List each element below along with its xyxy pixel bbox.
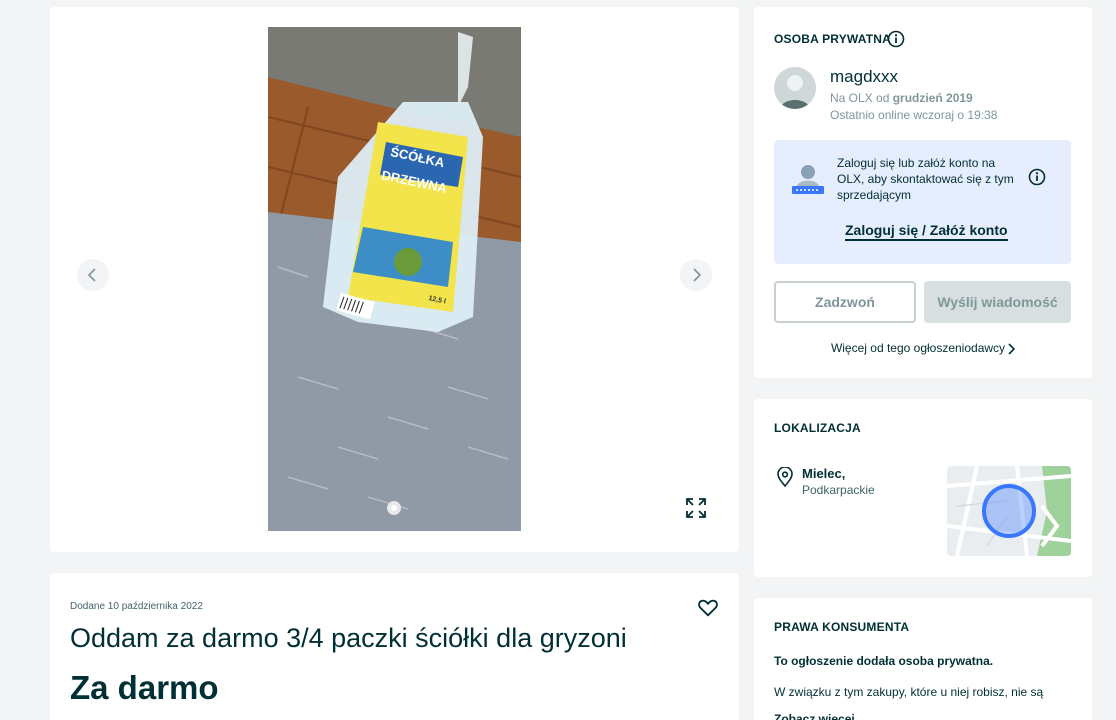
login-register-link[interactable]: Zaloguj się / Załóż konto: [845, 222, 1008, 241]
ad-date: Dodane 10 października 2022: [70, 601, 203, 612]
location-heading: LOKALIZACJA: [774, 421, 861, 435]
info-icon[interactable]: [887, 30, 905, 48]
seller-last-online: Ostatnio online wczoraj o 19:38: [830, 108, 998, 122]
heart-icon: [698, 599, 718, 617]
photo-indicator-dot[interactable]: [387, 501, 401, 515]
consumer-rights-card: PRAWA KONSUMENTA To ogłoszenie dodała os…: [754, 598, 1092, 720]
listing-photo[interactable]: ŚCÓŁKA DRZEWNA 12,5 l: [268, 27, 521, 531]
seller-name[interactable]: magdxxx: [830, 67, 898, 87]
more-from-seller-link[interactable]: Więcej od tego ogłoszeniodawcy: [754, 341, 1092, 355]
login-prompt-box: Zaloguj się lub załóż konto na OLX, aby …: [774, 140, 1071, 264]
consumer-rights-heading: PRAWA KONSUMENTA: [774, 620, 910, 634]
avatar: [774, 67, 816, 109]
next-photo-button[interactable]: [680, 259, 712, 291]
send-message-button[interactable]: Wyślij wiadomość: [924, 281, 1071, 323]
ad-price: Za darmo: [70, 669, 219, 706]
location-card: LOKALIZACJA Mielec, Podkarpackie: [754, 399, 1092, 577]
consumer-rights-text: W związku z tym zakupy, które u niej rob…: [774, 685, 1044, 699]
seller-member-since: Na OLX od grudzień 2019: [830, 91, 973, 105]
fullscreen-button[interactable]: [683, 495, 709, 521]
call-button[interactable]: Zadzwoń: [774, 281, 916, 323]
chevron-left-icon: [87, 268, 96, 282]
location-region: Podkarpackie: [802, 483, 875, 497]
location-pin-icon: [777, 467, 793, 487]
chevron-right-icon: [693, 268, 702, 282]
ad-details-card: Dodane 10 października 2022 Oddam za dar…: [50, 573, 739, 720]
seller-type-heading: OSOBA PRYWATNA: [774, 32, 892, 46]
chevron-right-icon: [1008, 343, 1016, 355]
photo-gallery: ŚCÓŁKA DRZEWNA 12,5 l: [50, 7, 739, 552]
consumer-rights-notice: To ogłoszenie dodała osoba prywatna.: [774, 654, 994, 668]
login-prompt-text: Zaloguj się lub załóż konto na OLX, aby …: [837, 156, 1014, 202]
info-icon[interactable]: [1028, 168, 1046, 186]
see-more-link[interactable]: Zobacz więcej: [774, 712, 855, 720]
seller-card: OSOBA PRYWATNA magdxxx Na OLX od grudzie…: [754, 7, 1092, 378]
location-city: Mielec,: [802, 466, 846, 481]
previous-photo-button[interactable]: [77, 259, 109, 291]
location-map[interactable]: [947, 466, 1071, 556]
expand-icon: [686, 498, 706, 518]
ad-title: Oddam za darmo 3/4 paczki ściółki dla gr…: [70, 623, 627, 653]
favorite-button[interactable]: [697, 597, 719, 619]
user-lock-icon: [792, 165, 824, 194]
